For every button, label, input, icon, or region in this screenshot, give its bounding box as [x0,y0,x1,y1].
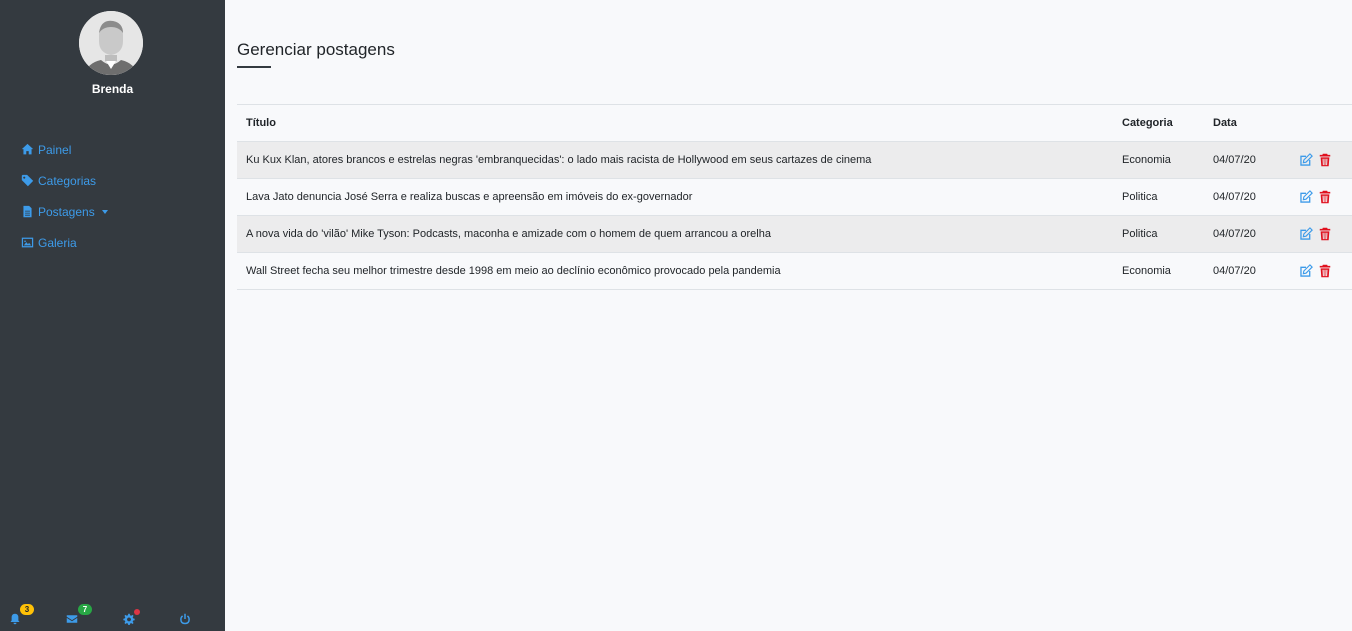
sidebar-item-label: Galeria [38,235,77,250]
post-category: Economia [1113,252,1204,290]
delete-button[interactable] [1318,190,1333,204]
sidebar-item-label: Painel [38,142,72,157]
edit-button[interactable] [1299,264,1314,278]
gear-icon [123,613,135,625]
trash-icon [1319,264,1331,278]
row-actions [1299,153,1343,167]
row-actions [1299,264,1343,278]
table-row: Wall Street fecha seu melhor trimestre d… [237,252,1352,290]
page-title: Gerenciar postagens [237,40,395,59]
table-row: Ku Kux Klan, atores brancos e estrelas n… [237,141,1352,179]
home-icon [21,143,34,155]
file-icon [23,205,32,218]
post-date: 04/07/20 [1204,178,1290,216]
edit-button[interactable] [1299,227,1314,241]
table-header-row: Título Categoria Data [237,104,1352,142]
sidebar-nav: Painel Categorias Postagens Galeria [21,134,108,258]
avatar[interactable] [79,11,143,75]
chevron-down-icon [101,210,108,214]
header-date: Data [1204,104,1290,142]
sidebar-item-label: Postagens [38,204,95,219]
envelope-icon [66,615,78,623]
sidebar-item-categorias[interactable]: Categorias [21,165,108,196]
table-row: Lava Jato denuncia José Serra e realiza … [237,178,1352,216]
post-title: Wall Street fecha seu melhor trimestre d… [237,252,1113,290]
row-actions [1299,190,1343,204]
trash-icon [1319,190,1331,204]
title-underline [237,66,271,68]
header-category: Categoria [1113,104,1204,142]
notifications-button[interactable] [9,612,23,626]
sidebar-item-postagens[interactable]: Postagens [21,196,108,227]
edit-button[interactable] [1299,153,1314,167]
logout-button[interactable] [179,612,193,626]
edit-icon [1300,190,1313,203]
header-title: Título [237,104,1113,142]
sidebar-footer: 3 7 [0,604,225,628]
settings-alert-dot [134,609,140,615]
edit-icon [1300,264,1313,277]
messages-badge: 7 [78,604,92,615]
user-avatar-icon [79,11,143,75]
messages-button[interactable] [66,612,80,626]
power-icon [180,613,190,625]
delete-button[interactable] [1318,153,1333,167]
sidebar-item-galeria[interactable]: Galeria [21,227,108,258]
bell-icon [10,613,20,625]
edit-icon [1300,153,1313,166]
delete-button[interactable] [1318,264,1333,278]
edit-button[interactable] [1299,190,1314,204]
edit-icon [1300,227,1313,240]
notifications-badge: 3 [20,604,34,615]
post-date: 04/07/20 [1204,215,1290,253]
table-row: A nova vida do 'vilão' Mike Tyson: Podca… [237,215,1352,253]
post-category: Politica [1113,178,1204,216]
header-actions [1290,104,1352,142]
user-name: Brenda [91,82,134,96]
tag-icon [21,174,34,187]
post-title: A nova vida do 'vilão' Mike Tyson: Podca… [237,215,1113,253]
trash-icon [1319,153,1331,167]
row-actions [1299,227,1343,241]
posts-table: Título Categoria Data Ku Kux Klan, atore… [237,104,1352,290]
post-date: 04/07/20 [1204,141,1290,179]
sidebar-item-painel[interactable]: Painel [21,134,108,165]
image-icon [21,237,34,248]
post-title: Ku Kux Klan, atores brancos e estrelas n… [237,141,1113,179]
trash-icon [1319,227,1331,241]
post-category: Politica [1113,215,1204,253]
main-content: Gerenciar postagens Título Categoria Dat… [225,0,1352,631]
post-title: Lava Jato denuncia José Serra e realiza … [237,178,1113,216]
delete-button[interactable] [1318,227,1333,241]
post-category: Economia [1113,141,1204,179]
post-date: 04/07/20 [1204,252,1290,290]
sidebar-item-label: Categorias [38,173,97,188]
sidebar: Brenda Painel Categorias Postagens Galer… [0,0,225,631]
